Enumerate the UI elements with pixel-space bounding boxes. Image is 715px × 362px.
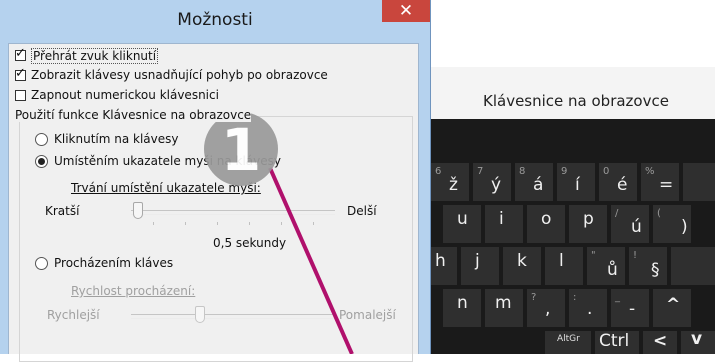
scan-min-label: Rychlejší [47, 308, 100, 322]
keyboard-area: 6ž 7ý 8á 9í 0é % = u i o p / ú () h j k l … [431, 119, 715, 354]
hover-slider-thumb[interactable] [133, 202, 143, 219]
scan-speed-label: Rychlost procházení: [71, 284, 196, 298]
key[interactable]: 7ý [473, 163, 511, 201]
close-button[interactable]: ✕ [382, 0, 430, 22]
key[interactable]: u [443, 205, 481, 243]
key-altgr[interactable]: AltGr [545, 331, 591, 354]
key-down-arrow[interactable]: v [681, 329, 715, 354]
slider-tick [249, 222, 250, 225]
radio-button[interactable] [35, 257, 48, 270]
key[interactable]: n [443, 289, 481, 327]
key-up-arrow[interactable]: ^ [653, 289, 691, 327]
annotation-number: 1 [220, 116, 262, 184]
key[interactable]: i [485, 205, 523, 243]
scan-max-label: Pomalejší [339, 308, 396, 322]
radio-button[interactable] [35, 133, 48, 146]
key[interactable]: % = [641, 163, 679, 201]
key[interactable]: 6ž [431, 163, 469, 201]
osk-title: Klávesnice na obrazovce [483, 92, 669, 110]
checkbox-label: Zobrazit klávesy usnadňující pohyb po ob… [31, 68, 328, 82]
checkbox-box[interactable] [15, 66, 26, 81]
key[interactable]: " ů [587, 247, 625, 285]
dialog-titlebar[interactable]: Možnosti ✕ [0, 0, 430, 42]
slider-tick [313, 222, 314, 225]
key[interactable]: 9í [557, 163, 595, 201]
key[interactable]: () [653, 205, 691, 243]
dialog-title: Možnosti [177, 10, 253, 30]
hover-slider-track[interactable] [131, 210, 335, 215]
osk-titlebar[interactable]: Klávesnice na obrazovce [431, 67, 715, 119]
annotation-callout: 1 [204, 112, 278, 186]
scan-slider-track [131, 314, 335, 319]
slider-tick [153, 222, 154, 225]
key[interactable]: l [545, 247, 583, 285]
slider-tick [185, 222, 186, 225]
hover-max-label: Delší [347, 204, 377, 218]
key[interactable]: ! § [629, 247, 667, 285]
key[interactable]: 0é [599, 163, 637, 201]
dialog-client-area: Přehrát zvuk kliknutí Zobrazit klávesy u… [8, 43, 419, 362]
hover-min-label: Kratší [45, 204, 80, 218]
key[interactable]: ?, [527, 289, 565, 327]
key[interactable]: h [431, 247, 457, 285]
hover-duration-value: 0,5 sekundy [213, 236, 287, 250]
key[interactable]: 8á [515, 163, 553, 201]
slider-tick [281, 222, 282, 225]
on-screen-keyboard-window: Klávesnice na obrazovce 6ž 7ý 8á 9í 0é %… [431, 67, 715, 354]
key[interactable]: _ - [611, 289, 649, 327]
key-ctrl[interactable]: Ctrl [595, 331, 639, 354]
radio-label: Procházením kláves [54, 256, 174, 270]
key-left-arrow[interactable]: < [643, 331, 677, 354]
checkbox-box[interactable] [15, 90, 26, 101]
radio-label: Kliknutím na klávesy [54, 132, 179, 146]
checkbox-label: Přehrát zvuk kliknutí [31, 48, 159, 64]
checkbox-box[interactable] [15, 46, 26, 61]
group-label: Použití funkce Klávesnice na obrazovce [15, 108, 252, 122]
key[interactable]: k [503, 247, 541, 285]
key[interactable]: m [485, 289, 523, 327]
key[interactable]: :. [569, 289, 607, 327]
slider-tick [217, 222, 218, 225]
close-icon: ✕ [398, 1, 414, 21]
key[interactable]: p [569, 205, 607, 243]
scan-slider-thumb [195, 306, 205, 323]
key-partial[interactable] [671, 247, 715, 285]
checkbox-label: Zapnout numerickou klávesnici [31, 88, 219, 102]
key-partial[interactable] [683, 163, 715, 201]
key[interactable]: o [527, 205, 565, 243]
key[interactable]: j [461, 247, 499, 285]
key[interactable]: / ú [611, 205, 649, 243]
radio-button[interactable] [35, 155, 48, 168]
